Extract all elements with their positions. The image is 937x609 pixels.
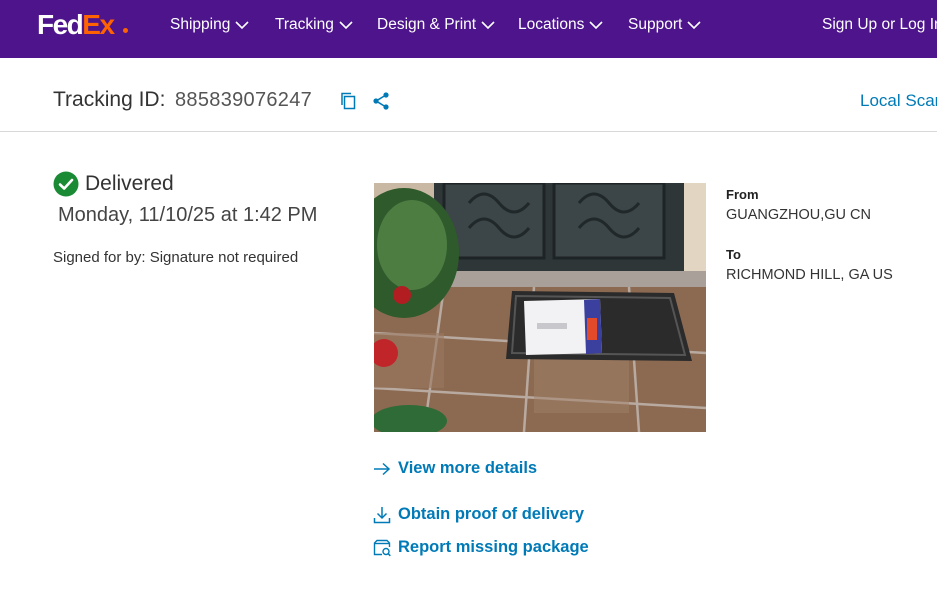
check-circle-icon bbox=[53, 171, 79, 197]
chevron-down-icon bbox=[687, 21, 701, 30]
tracking-header: Tracking ID: 885839076247 Local Scan bbox=[0, 58, 937, 132]
from-location: GUANGZHOU,GU CN bbox=[726, 207, 871, 223]
signin-link[interactable]: Sign Up or Log In bbox=[822, 15, 937, 35]
nav-design-print-label: Design & Print bbox=[377, 16, 477, 33]
nav-design-print[interactable]: Design & Print bbox=[377, 15, 495, 35]
obtain-proof-label: Obtain proof of delivery bbox=[398, 505, 585, 523]
logo-ex: Ex bbox=[82, 9, 115, 40]
delivery-photo[interactable] bbox=[374, 183, 706, 432]
nav-locations-label: Locations bbox=[518, 16, 585, 33]
view-more-details-link[interactable]: View more details bbox=[373, 459, 537, 478]
tracking-id-label: Tracking ID: bbox=[53, 88, 166, 111]
download-icon bbox=[373, 506, 391, 523]
nav-shipping[interactable]: Shipping bbox=[170, 15, 249, 35]
copy-icon[interactable] bbox=[340, 92, 356, 110]
nav-tracking[interactable]: Tracking bbox=[275, 15, 353, 35]
report-missing-link[interactable]: Report missing package bbox=[373, 538, 589, 557]
logo-fed: Fed bbox=[37, 9, 84, 40]
nav-support-label: Support bbox=[628, 16, 683, 33]
nav-shipping-label: Shipping bbox=[170, 16, 231, 33]
nav-support[interactable]: Support bbox=[628, 15, 701, 35]
arrow-right-icon bbox=[374, 462, 391, 475]
from-label: From bbox=[726, 187, 759, 202]
delivery-status: Delivered bbox=[85, 172, 174, 195]
top-nav-bar: FedEx Shipping Tracking Design & Print L… bbox=[0, 0, 937, 58]
nav-locations[interactable]: Locations bbox=[518, 15, 603, 35]
to-location: RICHMOND HILL, GA US bbox=[726, 267, 893, 283]
chevron-down-icon bbox=[235, 21, 249, 30]
fedex-logo[interactable]: FedEx bbox=[37, 9, 128, 40]
tracking-id-value: 885839076247 bbox=[175, 89, 313, 111]
signed-for-text: Signed for by: Signature not required bbox=[53, 249, 299, 266]
share-icon[interactable] bbox=[372, 91, 390, 111]
nav-tracking-label: Tracking bbox=[275, 16, 334, 33]
report-package-icon bbox=[373, 539, 391, 556]
chevron-down-icon bbox=[481, 21, 495, 30]
delivery-photo-image bbox=[374, 183, 706, 432]
local-scan-link[interactable]: Local Scan bbox=[860, 91, 937, 111]
chevron-down-icon bbox=[339, 21, 353, 30]
view-more-details-label: View more details bbox=[398, 459, 538, 477]
to-label: To bbox=[726, 247, 741, 262]
report-missing-label: Report missing package bbox=[398, 538, 589, 556]
obtain-proof-link[interactable]: Obtain proof of delivery bbox=[373, 505, 584, 524]
delivery-datetime: Monday, 11/10/25 at 1:42 PM bbox=[58, 204, 318, 226]
chevron-down-icon bbox=[589, 21, 603, 30]
logo-dot bbox=[123, 28, 128, 33]
